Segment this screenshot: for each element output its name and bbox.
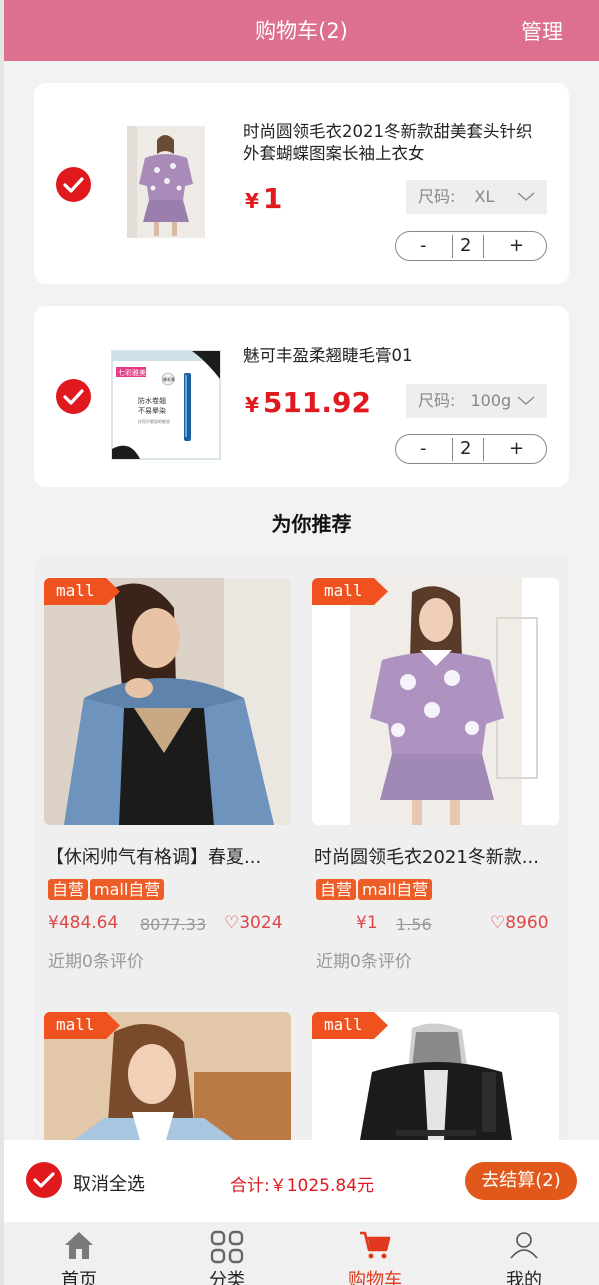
mall-tag: mall — [44, 578, 120, 605]
recommend-price: ¥484.64 — [48, 913, 119, 933]
tab-cart[interactable]: 购物车 — [315, 1222, 435, 1285]
product-image[interactable]: mall — [312, 578, 559, 825]
mall-tag: mall — [44, 1012, 120, 1039]
check-icon — [33, 1172, 55, 1188]
tab-category[interactable]: 分类 — [167, 1222, 287, 1285]
plus-button[interactable]: + — [509, 438, 524, 459]
original-price: 1.56 — [396, 915, 432, 934]
recommend-price: ¥1 — [356, 913, 378, 933]
recommend-card[interactable]: mall — [44, 1012, 291, 1140]
mall-tag-label: mall — [56, 1015, 95, 1034]
tab-bar: 首页 分类 购物车 我的 — [4, 1222, 599, 1285]
mall-tag-label: mall — [56, 581, 95, 600]
product-name[interactable]: 时尚圆领毛衣2021冬新款甜美套头针织外套蝴蝶图案长袖上衣女 — [243, 121, 543, 165]
original-price: 8077.33 — [140, 915, 207, 934]
total-amount: 合计:￥1025.84元 — [230, 1176, 375, 1196]
recommend-name[interactable]: 时尚圆领毛衣2021冬新款... — [312, 843, 559, 869]
review-count: 近期0条评价 — [316, 952, 412, 972]
page-title: 购物车(2) — [255, 19, 348, 43]
item-checkbox[interactable] — [56, 379, 91, 414]
chevron-down-icon — [517, 396, 535, 405]
select-all-label[interactable]: 取消全选 — [73, 1170, 145, 1196]
price-row: ¥484.64 8077.33 ♡3024 — [44, 913, 291, 937]
image-line3: 好用不脱妆的眼妆 — [138, 418, 170, 424]
product-image[interactable] — [127, 126, 205, 238]
quantity-value[interactable]: 2 — [460, 235, 471, 256]
manage-button[interactable]: 管理 — [521, 16, 563, 46]
quantity-stepper[interactable]: - 2 + — [395, 434, 547, 464]
recommend-card[interactable]: mall — [312, 1012, 559, 1140]
left-edge — [0, 0, 4, 1285]
tab-label: 分类 — [209, 1270, 245, 1285]
badge-group: 自营 mall自营 — [312, 879, 559, 901]
size-value: 100g — [470, 391, 512, 410]
cart-item: 七彩雅美 睫毛膏 防水卷翘 不易晕染 好用不脱妆的眼妆 魅可丰盈柔翘睫毛膏01 … — [34, 306, 569, 487]
header-bar: 购物车(2) 管理 — [4, 0, 599, 61]
image-line1: 防水卷翘 — [138, 396, 166, 405]
tab-home[interactable]: 首页 — [19, 1222, 139, 1285]
price-value: 1 — [262, 182, 283, 215]
recommend-name[interactable]: 【休闲帅气有格调】春夏... — [44, 843, 291, 869]
mall-tag-label: mall — [324, 581, 363, 600]
recommend-card[interactable]: mall 【休闲帅气有格调】春夏... 自营 mall自营 ¥484.64 807… — [44, 578, 291, 972]
plus-button[interactable]: + — [509, 235, 524, 256]
self-operated-badge: 自营 — [316, 879, 357, 900]
likes-count[interactable]: ♡8960 — [490, 913, 549, 933]
recommend-title: 为你推荐 — [271, 512, 352, 536]
mall-tag-label: mall — [324, 1015, 363, 1034]
home-icon — [65, 1232, 93, 1259]
checkout-bar: 取消全选 合计:￥1025.84元 去结算(2) — [4, 1140, 599, 1222]
cart-icon — [360, 1231, 391, 1259]
image-line2: 不易晕染 — [138, 406, 166, 415]
product-image[interactable]: 七彩雅美 睫毛膏 防水卷翘 不易晕染 好用不脱妆的眼妆 — [110, 349, 222, 461]
select-all-checkbox[interactable] — [26, 1162, 62, 1198]
review-count: 近期0条评价 — [48, 952, 144, 972]
size-selector[interactable]: 尺码: XL — [406, 180, 547, 214]
brand-text: 七彩雅美 — [118, 368, 146, 377]
quantity-stepper[interactable]: - 2 + — [395, 231, 547, 261]
badge-text: 睫毛膏 — [163, 376, 175, 382]
mall-self-badge: mall自营 — [358, 879, 433, 900]
recommend-card[interactable]: mall 时尚圆领毛衣2021冬新款... 自营 mall自营 ¥1 1.56 ♡… — [312, 578, 559, 972]
product-image[interactable]: mall — [312, 1012, 559, 1140]
cart-item: 时尚圆领毛衣2021冬新款甜美套头针织外套蝴蝶图案长袖上衣女 ¥1 尺码: XL… — [34, 83, 569, 284]
product-name[interactable]: 魅可丰盈柔翘睫毛膏01 — [243, 345, 543, 367]
price-row: ¥1 1.56 ♡8960 — [312, 913, 559, 937]
size-selector[interactable]: 尺码: 100g — [406, 384, 547, 418]
check-icon — [63, 389, 84, 405]
product-image[interactable]: mall — [44, 1012, 291, 1140]
badge-group: 自营 mall自营 — [44, 879, 291, 901]
product-image[interactable]: mall — [44, 578, 291, 825]
mall-self-badge: mall自营 — [90, 879, 165, 900]
price-value: 511.92 — [262, 386, 371, 419]
tab-label: 我的 — [506, 1270, 542, 1285]
chevron-down-icon — [517, 192, 535, 201]
tab-label: 购物车 — [348, 1270, 402, 1285]
minus-button[interactable]: - — [420, 438, 427, 459]
quantity-value[interactable]: 2 — [460, 438, 471, 459]
grid-icon — [210, 1230, 244, 1264]
mall-tag: mall — [312, 578, 388, 605]
currency-symbol: ¥ — [245, 189, 259, 213]
checkout-button[interactable]: 去结算(2) — [465, 1162, 577, 1200]
size-value: XL — [474, 187, 495, 206]
tab-mine[interactable]: 我的 — [464, 1222, 584, 1285]
size-label: 尺码: — [418, 391, 456, 410]
currency-symbol: ¥ — [245, 393, 259, 417]
check-icon — [63, 177, 84, 193]
self-operated-badge: 自营 — [48, 879, 89, 900]
size-label: 尺码: — [418, 187, 456, 206]
mall-tag: mall — [312, 1012, 388, 1039]
tab-label: 首页 — [61, 1270, 97, 1285]
minus-button[interactable]: - — [420, 235, 427, 256]
product-price: ¥511.92 — [245, 386, 371, 419]
user-icon — [510, 1232, 538, 1259]
product-price: ¥1 — [245, 182, 282, 215]
item-checkbox[interactable] — [56, 167, 91, 202]
likes-count[interactable]: ♡3024 — [224, 913, 283, 933]
